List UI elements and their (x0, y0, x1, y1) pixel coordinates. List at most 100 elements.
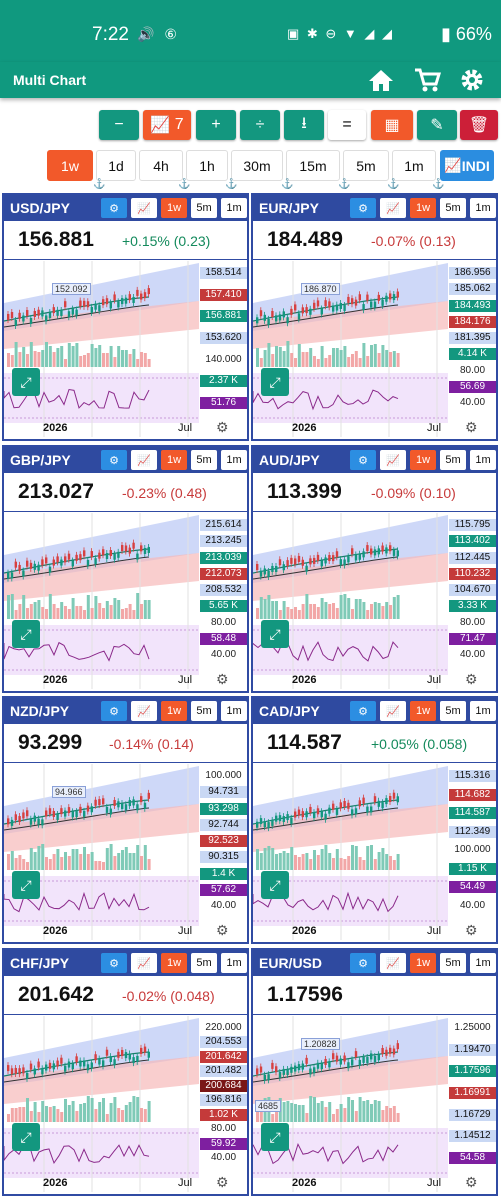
panel-tf-1m[interactable]: 1m (221, 953, 247, 973)
panel-tf-1m[interactable]: 1m (221, 701, 247, 721)
tf-15m[interactable]: 15m (286, 150, 340, 181)
tf-1h[interactable]: 1h (186, 150, 228, 181)
panel-tf-5m[interactable]: 5m (440, 198, 466, 218)
chart-settings-icon[interactable]: ⚙ (465, 419, 478, 436)
x-axis-month: Jul (178, 925, 193, 937)
axis-label: 54.58 (449, 1152, 496, 1164)
price-chart[interactable] (4, 261, 247, 437)
expand-icon: ⤢ (20, 625, 32, 642)
panel-settings-button[interactable]: ⚙ (101, 701, 127, 721)
panel-tf-5m[interactable]: 5m (440, 450, 466, 470)
delete-button[interactable]: 🗑 (460, 110, 498, 140)
chart-settings-icon[interactable]: ⚙ (465, 922, 478, 939)
panel-tf-1w[interactable]: 1w (410, 701, 436, 721)
chart-count-button[interactable]: 📈 7 (143, 110, 191, 140)
panel-tf-1w[interactable]: 1w (161, 198, 187, 218)
panel-tf-1m[interactable]: 1m (221, 198, 247, 218)
chart-settings-icon[interactable]: ⚙ (216, 1174, 229, 1191)
panel-header: EUR/USD ⚙ 📈 1w 5m 1m (253, 950, 496, 976)
panel-chart-type-button[interactable]: 📈 (380, 450, 406, 470)
panel-settings-button[interactable]: ⚙ (350, 450, 376, 470)
panel-settings-button[interactable]: ⚙ (101, 953, 127, 973)
panel-chart-type-button[interactable]: 📈 (131, 953, 157, 973)
expand-icon: ⤢ (20, 876, 32, 893)
axis-label: 1.16991 (449, 1087, 496, 1099)
tf-5m[interactable]: 5m (343, 150, 389, 181)
expand-button[interactable]: ⤢ (261, 368, 289, 396)
chart-settings-icon[interactable]: ⚙ (216, 671, 229, 688)
panel-tf-1w[interactable]: 1w (410, 450, 436, 470)
panel-tf-1w[interactable]: 1w (161, 953, 187, 973)
axis-label: 51.76 (200, 397, 247, 409)
chart-settings-icon[interactable]: ⚙ (216, 419, 229, 436)
panel-chart-type-button[interactable]: 📈 (131, 701, 157, 721)
panel-tf-1m[interactable]: 1m (470, 953, 496, 973)
fit-vertical-button[interactable]: ⭳ (284, 110, 324, 140)
expand-button[interactable]: ⤢ (12, 368, 40, 396)
panel-tf-1m[interactable]: 1m (470, 198, 496, 218)
panel-tf-1m[interactable]: 1m (470, 701, 496, 721)
panel-chart-type-button[interactable]: 📈 (380, 701, 406, 721)
tf-1w[interactable]: 1w (47, 150, 93, 181)
expand-button[interactable]: ⤢ (12, 871, 40, 899)
settings-icon[interactable] (457, 66, 487, 94)
panel-tf-5m[interactable]: 5m (191, 701, 217, 721)
panel-tf-1w[interactable]: 1w (410, 198, 436, 218)
panel-chart-type-button[interactable]: 📈 (380, 953, 406, 973)
layout-rows-button[interactable]: = (328, 110, 366, 140)
indicators-button[interactable]: 📈 INDI (440, 150, 494, 181)
x-axis-month: Jul (178, 674, 193, 686)
chart-panel[interactable]: EUR/JPY ⚙ 📈 1w 5m 1m 184.489 -0.07% (0.1… (251, 193, 498, 441)
panel-tf-5m[interactable]: 5m (191, 953, 217, 973)
chart-panel[interactable]: GBP/JPY ⚙ 📈 1w 5m 1m 213.027 -0.23% (0.4… (2, 445, 249, 693)
expand-button[interactable]: ⤢ (12, 1123, 40, 1151)
axis-label: 40.00 (210, 900, 237, 911)
panel-tf-1m[interactable]: 1m (470, 450, 496, 470)
tf-1d[interactable]: 1d (96, 150, 136, 181)
chart-panel[interactable]: CHF/JPY ⚙ 📈 1w 5m 1m 201.642 -0.02% (0.0… (2, 948, 249, 1196)
cart-icon[interactable] (412, 66, 442, 94)
chart-panel[interactable]: USD/JPY ⚙ 📈 1w 5m 1m 156.881 +0.15% (0.2… (2, 193, 249, 441)
chart-panel[interactable]: NZD/JPY ⚙ 📈 1w 5m 1m 93.299 -0.14% (0.14… (2, 696, 249, 944)
panel-settings-button[interactable]: ⚙ (101, 450, 127, 470)
zoom-out-button[interactable]: − (99, 110, 139, 140)
panel-settings-button[interactable]: ⚙ (350, 701, 376, 721)
x-axis-month: Jul (427, 925, 442, 937)
line-chart-icon: 📈 (386, 454, 400, 467)
draw-tool-button[interactable]: ✎ (417, 110, 457, 140)
price-chart[interactable] (253, 1016, 496, 1192)
split-horizontal-button[interactable]: ÷ (240, 110, 280, 140)
zoom-in-button[interactable]: + (196, 110, 236, 140)
panel-tf-5m[interactable]: 5m (191, 450, 217, 470)
chart-settings-icon[interactable]: ⚙ (216, 922, 229, 939)
panel-tf-1w[interactable]: 1w (410, 953, 436, 973)
expand-button[interactable]: ⤢ (261, 620, 289, 648)
panel-tf-5m[interactable]: 5m (440, 701, 466, 721)
axis-label: 1.4 K (200, 868, 247, 880)
grid-layout-button[interactable]: ▦ (371, 110, 413, 140)
chart-panel[interactable]: CAD/JPY ⚙ 📈 1w 5m 1m 114.587 +0.05% (0.0… (251, 696, 498, 944)
chart-settings-icon[interactable]: ⚙ (465, 1174, 478, 1191)
tf-4h[interactable]: 4h (139, 150, 183, 181)
panel-settings-button[interactable]: ⚙ (350, 198, 376, 218)
panel-symbol: EUR/USD (259, 955, 323, 971)
panel-tf-5m[interactable]: 5m (440, 953, 466, 973)
panel-tf-1w[interactable]: 1w (161, 450, 187, 470)
panel-settings-button[interactable]: ⚙ (101, 198, 127, 218)
panel-chart-type-button[interactable]: 📈 (380, 198, 406, 218)
expand-button[interactable]: ⤢ (12, 620, 40, 648)
panel-tf-1m[interactable]: 1m (221, 450, 247, 470)
tf-30m[interactable]: 30m (231, 150, 283, 181)
home-icon[interactable] (366, 66, 396, 94)
panel-chart-type-button[interactable]: 📈 (131, 198, 157, 218)
chart-settings-icon[interactable]: ⚙ (465, 671, 478, 688)
chart-panel[interactable]: AUD/JPY ⚙ 📈 1w 5m 1m 113.399 -0.09% (0.1… (251, 445, 498, 693)
chart-panel[interactable]: EUR/USD ⚙ 📈 1w 5m 1m 1.17596 1.20828 4685… (251, 948, 498, 1196)
tf-1m[interactable]: 1m (392, 150, 436, 181)
expand-button[interactable]: ⤢ (261, 1123, 289, 1151)
panel-settings-button[interactable]: ⚙ (350, 953, 376, 973)
panel-tf-1w[interactable]: 1w (161, 701, 187, 721)
panel-tf-5m[interactable]: 5m (191, 198, 217, 218)
expand-button[interactable]: ⤢ (261, 871, 289, 899)
panel-chart-type-button[interactable]: 📈 (131, 450, 157, 470)
